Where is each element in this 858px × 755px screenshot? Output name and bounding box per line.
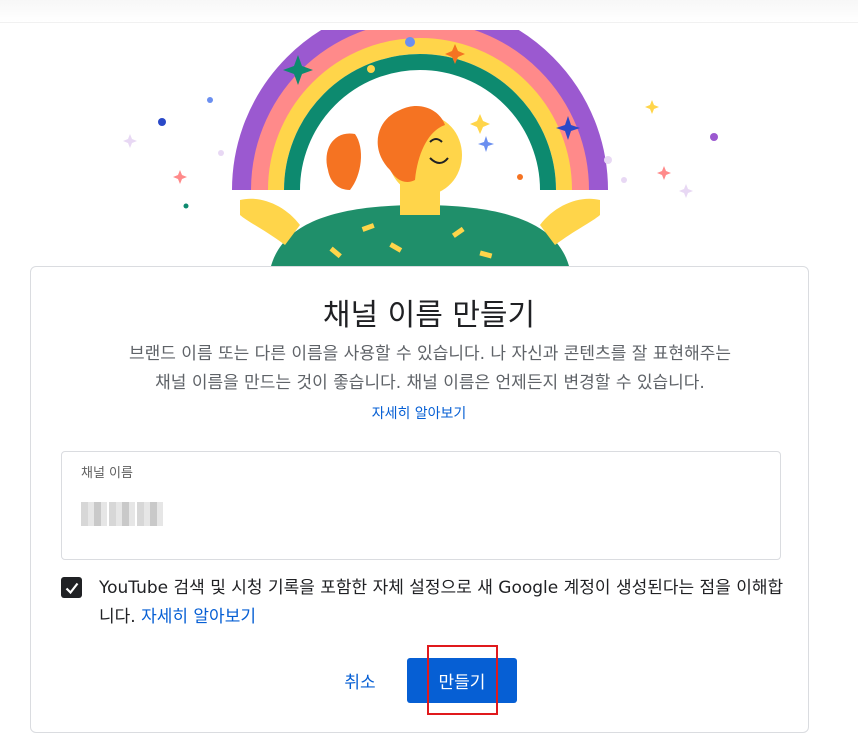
rainbow-illustration bbox=[123, 30, 718, 270]
consent-checkbox[interactable] bbox=[61, 577, 82, 598]
dialog-title: 채널 이름 만들기 bbox=[322, 298, 536, 333]
channel-name-label: 채널 이름 bbox=[81, 466, 133, 481]
checkmark-icon bbox=[65, 582, 78, 594]
dialog-description: 브랜드 이름 또는 다른 이름을 사용할 수 있습니다. 나 자신과 콘텐츠를 … bbox=[60, 340, 800, 398]
consent-text: YouTube 검색 및 시청 기록을 포함한 자체 설정으로 새 Google… bbox=[99, 574, 789, 632]
consent-learn-more-link[interactable]: 자세히 알아보기 bbox=[141, 607, 256, 627]
cancel-button[interactable]: 취소 bbox=[330, 662, 390, 698]
learn-more-link[interactable]: 자세히 알아보기 bbox=[0, 403, 838, 423]
create-button[interactable]: 만들기 bbox=[407, 658, 517, 703]
channel-name-field[interactable]: 채널 이름 bbox=[61, 451, 781, 560]
channel-name-value-blurred[interactable] bbox=[81, 502, 163, 526]
description-line-1: 브랜드 이름 또는 다른 이름을 사용할 수 있습니다. 나 자신과 콘텐츠를 … bbox=[128, 344, 731, 364]
top-bar bbox=[0, 0, 858, 23]
description-line-2: 채널 이름을 만드는 것이 좋습니다. 채널 이름은 언제든지 변경할 수 있습… bbox=[155, 373, 705, 393]
